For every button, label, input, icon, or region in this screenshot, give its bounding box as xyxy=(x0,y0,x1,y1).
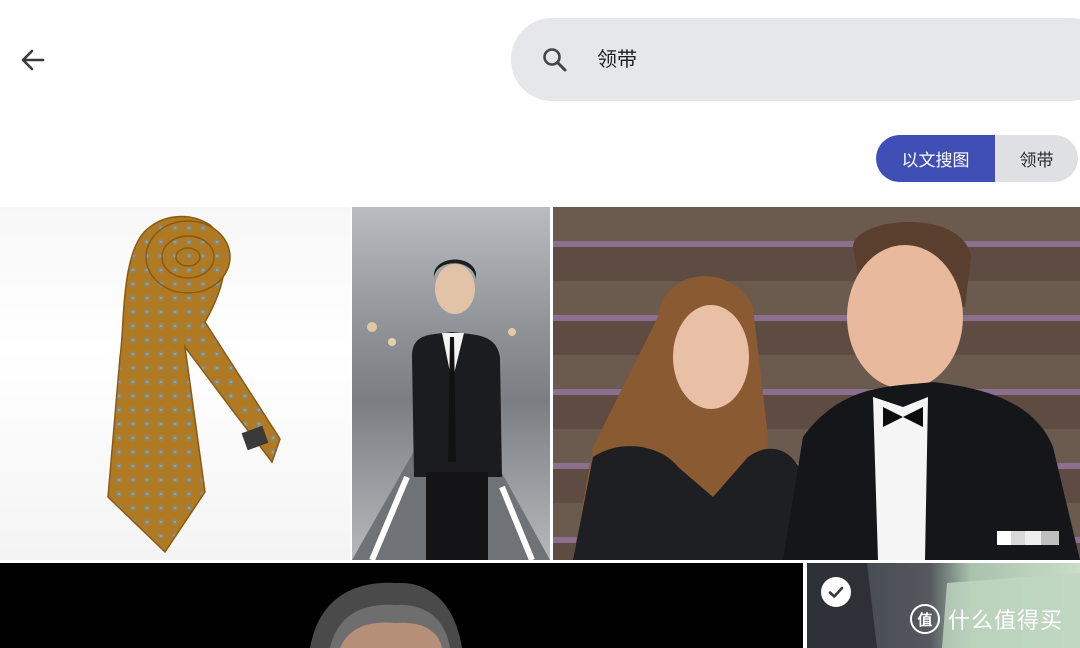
tie-illustration xyxy=(107,215,281,554)
search-mode-toggle: 以文搜图 领带 xyxy=(876,135,1078,182)
man-in-suit-illustration xyxy=(352,259,550,560)
result-image-couple[interactable] xyxy=(553,207,1080,560)
couple-illustration xyxy=(573,222,1080,560)
tab-query-keyword[interactable]: 领带 xyxy=(995,135,1078,182)
checkmark-icon xyxy=(828,586,844,598)
watermark: 值 什么值得买 xyxy=(910,603,1063,635)
search-icon xyxy=(543,48,567,72)
result-image-tie[interactable] xyxy=(0,207,350,560)
watermark-text: 什么值得买 xyxy=(948,609,1064,634)
blurred-caption xyxy=(997,531,1059,545)
tab-text-to-image[interactable]: 以文搜图 xyxy=(876,135,995,182)
back-button[interactable] xyxy=(13,40,53,80)
arrow-left-icon xyxy=(21,49,45,71)
result-image-dark-portrait[interactable] xyxy=(0,563,803,648)
search-bar[interactable]: 领带 xyxy=(511,18,1080,101)
result-image-man-in-suit[interactable] xyxy=(352,207,550,560)
selected-check-badge[interactable] xyxy=(821,577,851,607)
image-search-screen: 领带 以文搜图 领带 值 什么值得买 xyxy=(0,0,1080,648)
watermark-logo: 值 xyxy=(910,604,940,634)
portrait-illustration xyxy=(310,582,462,648)
search-input[interactable]: 领带 xyxy=(597,45,637,73)
